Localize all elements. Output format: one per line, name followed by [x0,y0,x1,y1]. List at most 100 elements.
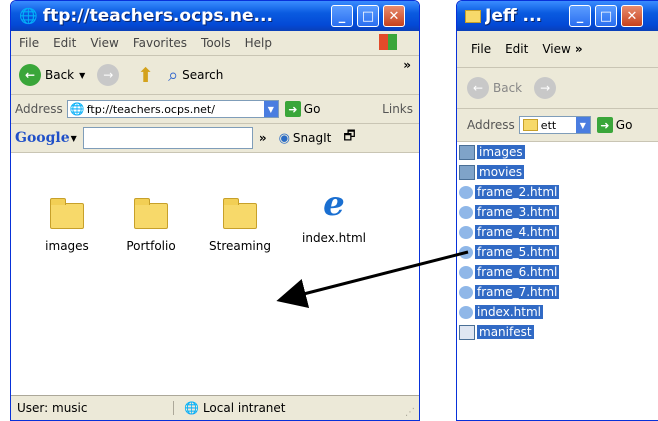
back-arrow-icon: ← [467,77,489,99]
window-title: ftp://teachers.ocps.ne... [42,6,273,26]
file-list-label: manifest [477,325,534,339]
menu-edit[interactable]: Edit [53,36,76,50]
folder-item-streaming[interactable]: Streaming [199,197,281,253]
folder-icon [223,198,257,229]
intranet-icon: 🌐 [184,401,199,415]
window-title: Jeff ... [485,6,542,26]
file-list-item[interactable]: frame_5.html [459,242,560,262]
file-list-item[interactable]: manifest [459,322,559,342]
folder-icon [459,164,475,180]
back-label: Back [45,68,75,82]
file-list-label: frame_6.html [475,265,560,279]
standard-toolbar: ← Back ▼ → ⬆ ⌕ Search » [11,56,419,95]
google-search-input[interactable] [82,127,253,149]
ftp-explorer-window: 🌐 ftp://teachers.ocps.ne... _ □ ✕ File E… [10,0,420,421]
folder-item-images[interactable]: images [26,197,108,253]
ftp-window-titlebar[interactable]: 🌐 ftp://teachers.ocps.ne... _ □ ✕ [11,1,419,31]
status-bar: User: music 🌐 Local intranet ⋰ [11,395,419,420]
menu-view[interactable]: View [542,42,570,56]
file-list-item[interactable]: frame_2.html [459,182,560,202]
go-button[interactable]: ➜ Go [284,101,320,117]
menu-file[interactable]: File [19,36,39,50]
ie-document-icon [459,305,473,319]
close-button[interactable]: ✕ [621,5,643,27]
standard-toolbar: ← Back → [457,68,658,109]
chevron-down-icon: ▼ [79,70,86,80]
file-list-label: frame_7.html [475,285,560,299]
folder-item-portfolio[interactable]: Portfolio [110,197,192,253]
address-input[interactable]: ett ▼ [518,116,591,134]
menu-help[interactable]: Help [245,36,272,50]
snagit-icon: ◉ [278,130,290,146]
menu-favorites[interactable]: Favorites [133,36,187,50]
file-list-label: frame_2.html [475,185,560,199]
menu-tools[interactable]: Tools [201,36,231,50]
address-input[interactable]: 🌐 ftp://teachers.ocps.net/ ▼ [66,100,279,118]
maximize-button[interactable]: □ [357,5,379,27]
file-list-item[interactable]: movies [459,162,559,182]
close-button[interactable]: ✕ [383,5,405,27]
go-button[interactable]: ➜ Go [596,117,633,133]
forward-button[interactable]: → [97,64,120,86]
forward-button[interactable]: → [534,77,557,99]
item-label: Streaming [209,239,271,253]
maximize-button[interactable]: □ [595,5,617,27]
address-value: ftp://teachers.ocps.net/ [86,102,215,116]
address-bar: Address 🌐 ftp://teachers.ocps.net/ ▼ ➜ G… [11,95,419,124]
snagit-button[interactable]: ◉ SnagIt [279,131,332,146]
menu-edit[interactable]: Edit [505,42,528,56]
minimize-icon: _ [338,8,346,24]
maximize-icon: □ [361,8,375,24]
toolbar-overflow-icon[interactable]: » [575,42,583,56]
local-window-titlebar[interactable]: Jeff ... _ □ ✕ [457,1,658,31]
search-button[interactable]: ⌕ Search [168,65,223,86]
folder-title-icon [465,9,481,23]
back-button[interactable]: ← Back ▼ [19,64,85,86]
folder-content-pane: images Portfolio Streaming e index.html [11,153,419,396]
snagit-capture-icon[interactable]: 🗗 [343,127,355,149]
ie-document-icon [459,185,473,199]
file-list-item[interactable]: frame_3.html [459,202,560,222]
address-label: Address [467,118,515,132]
menu-file[interactable]: File [471,42,491,56]
google-logo[interactable]: Google ▼ [15,130,77,146]
file-list-label: frame_5.html [475,245,560,259]
file-list-label: images [477,145,525,159]
file-list-item[interactable]: frame_4.html [459,222,560,242]
close-icon: ✕ [626,8,638,24]
back-button[interactable]: ← Back [467,77,522,99]
folder-icon [522,119,538,131]
ie-document-icon: e [323,184,345,224]
address-value: ett [540,118,557,132]
windows-logo-icon [379,34,397,50]
menu-bar: File Edit View » [457,31,658,68]
resize-grip-icon[interactable]: ⋰ [405,407,415,418]
toolbar-overflow-icon[interactable]: » [259,131,267,145]
ftp-globe-icon: 🌐 [19,7,38,25]
file-list-item[interactable]: index.html [459,302,559,322]
folder-icon [459,144,475,160]
minimize-icon: _ [576,8,584,24]
minimize-button[interactable]: _ [569,5,591,27]
file-list-item[interactable]: images [459,142,559,162]
chevron-down-icon: ▼ [70,133,77,143]
google-toolbar: Google ▼ » ◉ SnagIt 🗗 [11,124,419,153]
toolbar-overflow-icon[interactable]: » [403,58,411,72]
item-label: Portfolio [126,239,176,253]
menu-view[interactable]: View [90,36,118,50]
go-label: Go [615,118,633,132]
file-item-index-html[interactable]: e index.html [293,184,375,245]
go-arrow-icon: ➜ [596,117,613,133]
minimize-button[interactable]: _ [331,5,353,27]
snagit-label: SnagIt [292,131,332,145]
chevron-down-icon[interactable]: ▼ [263,101,278,117]
chevron-down-icon[interactable]: ▼ [575,117,590,133]
links-label[interactable]: Links [382,102,413,116]
file-list-item[interactable]: frame_7.html [459,282,560,302]
file-list-item[interactable]: frame_6.html [459,262,560,282]
file-list-label: movies [477,165,525,179]
go-arrow-icon: ➜ [284,101,301,117]
up-folder-icon[interactable]: ⬆ [137,63,154,87]
xml-file-icon [459,324,475,340]
ie-document-icon [459,225,473,239]
